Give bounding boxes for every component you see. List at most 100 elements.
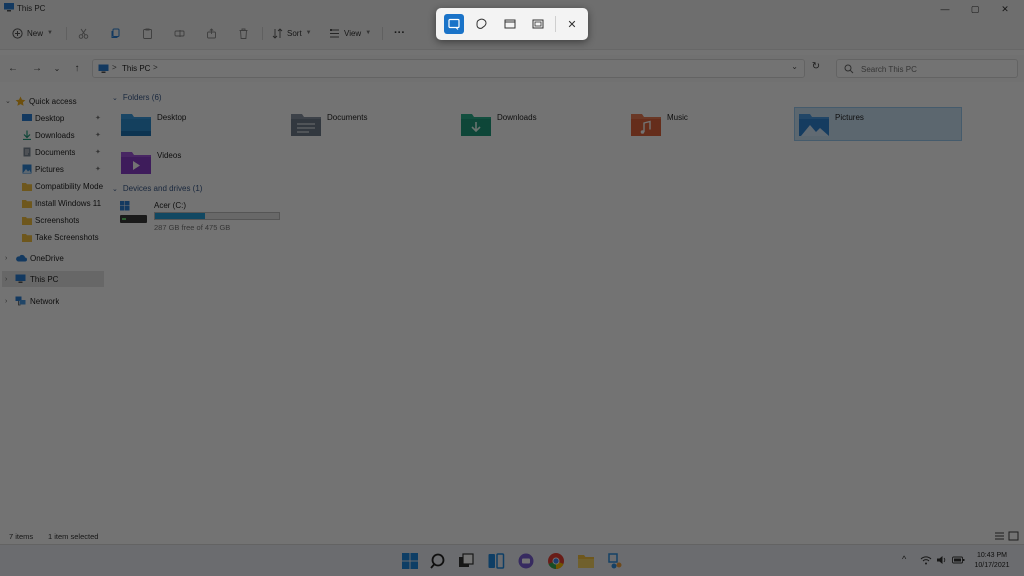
folder-tile-music[interactable]: Music: [626, 107, 794, 141]
battery-icon[interactable]: [952, 555, 965, 565]
sidebar-item-compatibility-mode[interactable]: Compatibility Mode: [0, 178, 106, 194]
window-snip-button[interactable]: [500, 14, 520, 34]
windows-start-icon[interactable]: [401, 552, 419, 570]
maximize-button[interactable]: ▢: [966, 2, 984, 16]
rename-button[interactable]: [174, 25, 185, 41]
share-icon: [207, 27, 216, 38]
forward-button[interactable]: →: [30, 61, 44, 75]
copy-button[interactable]: [110, 25, 121, 41]
folder-tile-desktop[interactable]: Desktop: [116, 107, 284, 141]
window-title: This PC: [17, 4, 46, 13]
folder-label: Downloads: [497, 113, 537, 122]
sidebar-item-documents[interactable]: Documents ✦: [0, 144, 106, 160]
view-icon: [330, 28, 339, 37]
navigation-pane: ⌄ Quick access Desktop ✦ Downloads ✦ Doc…: [0, 88, 106, 528]
sidebar-item-downloads[interactable]: Downloads ✦: [0, 127, 106, 143]
more-options-button[interactable]: ···: [394, 25, 405, 41]
freeform-snip-button[interactable]: [472, 14, 492, 34]
devices-heading: Devices and drives (1): [122, 184, 203, 193]
music-folder-icon: [631, 114, 661, 136]
folder-tile-documents[interactable]: Documents: [286, 107, 454, 141]
snipping-tool-icon[interactable]: [607, 552, 625, 570]
search-icon[interactable]: [429, 552, 447, 570]
system-clock[interactable]: 10:43 PM 10/17/2021: [970, 551, 1014, 571]
volume-icon[interactable]: [936, 555, 948, 565]
chevron-down-icon: ▼: [47, 30, 53, 36]
sidebar-item-pictures[interactable]: Pictures ✦: [0, 161, 106, 177]
chevron-down-icon: ▼: [365, 30, 372, 36]
sort-icon: [272, 27, 283, 39]
address-bar[interactable]: > This PC > ⌄: [92, 59, 805, 78]
sort-button[interactable]: Sort ▼: [272, 25, 312, 41]
rename-icon: [174, 29, 185, 37]
share-button[interactable]: [206, 25, 217, 41]
widgets-icon[interactable]: [487, 552, 505, 570]
breadcrumb-separator: >: [112, 63, 117, 72]
sidebar-item-install-windows-11[interactable]: Install Windows 11: [0, 195, 106, 211]
folder-label: Pictures: [835, 113, 864, 122]
tiles-view-icon[interactable]: [1008, 531, 1019, 541]
address-dropdown-button[interactable]: ⌄: [791, 62, 798, 71]
network-icon: [15, 296, 26, 306]
documents-folder-icon: [291, 114, 321, 136]
folder-tile-pictures[interactable]: Pictures: [794, 107, 962, 141]
up-button[interactable]: ↑: [70, 61, 84, 75]
pin-icon: ✦: [95, 132, 101, 139]
divider: [262, 27, 263, 40]
this-pc-icon: [98, 64, 109, 73]
folder-tile-videos[interactable]: Videos: [116, 145, 284, 179]
wifi-icon[interactable]: [920, 555, 932, 565]
pictures-icon: [22, 164, 32, 174]
refresh-button[interactable]: ↻: [809, 61, 823, 75]
sidebar-item-network[interactable]: › Network: [0, 293, 106, 309]
documents-icon: [23, 147, 31, 157]
search-input[interactable]: [861, 63, 1011, 75]
pictures-folder-icon: [799, 114, 829, 136]
teams-chat-icon[interactable]: [517, 552, 535, 570]
sidebar-item-quick-access[interactable]: ⌄ Quick access: [0, 93, 106, 109]
tray-overflow-button[interactable]: ^: [902, 554, 906, 564]
file-explorer-icon[interactable]: [577, 552, 595, 570]
fullscreen-snip-button[interactable]: [528, 14, 548, 34]
desktop-icon: [22, 113, 32, 121]
divider: [382, 27, 383, 40]
copy-icon: [111, 28, 120, 38]
recent-locations-button[interactable]: ⌄: [50, 61, 64, 75]
sidebar-item-desktop[interactable]: Desktop ✦: [0, 110, 106, 126]
folder-label: Music: [667, 113, 688, 122]
drive-usage-bar: [154, 212, 280, 220]
sidebar-item-label: Quick access: [29, 96, 77, 106]
task-view-icon[interactable]: [457, 552, 475, 570]
sidebar-item-screenshots[interactable]: Screenshots: [0, 212, 106, 228]
folder-icon: [22, 199, 32, 208]
address-row: ← → ⌄ ↑ > This PC > ⌄ ↻: [0, 55, 1024, 82]
delete-button[interactable]: [238, 25, 249, 41]
chevron-right-icon: ›: [5, 297, 8, 305]
chevron-down-icon: ▼: [305, 30, 312, 36]
chevron-down-icon: ⌄: [5, 98, 11, 105]
sidebar-item-this-pc[interactable]: › This PC: [2, 271, 104, 287]
sidebar-item-take-screenshots[interactable]: Take Screenshots: [0, 229, 106, 245]
minimize-button[interactable]: —: [936, 2, 954, 16]
breadcrumb-this-pc[interactable]: This PC: [122, 64, 150, 73]
close-snip-button[interactable]: ✕: [562, 14, 582, 34]
rectangular-snip-button[interactable]: [444, 14, 464, 34]
sidebar-item-onedrive[interactable]: › OneDrive: [0, 250, 106, 266]
drive-tile-c[interactable]: Acer (C:) 287 GB free of 475 GB: [116, 198, 296, 236]
folder-tile-downloads[interactable]: Downloads: [456, 107, 624, 141]
desktop-folder-icon: [121, 114, 151, 136]
folders-section-header[interactable]: ⌄ Folders (6): [112, 93, 162, 102]
paste-button[interactable]: [142, 25, 153, 41]
chrome-icon[interactable]: [547, 552, 565, 570]
details-view-icon[interactable]: [994, 531, 1005, 541]
view-button[interactable]: View ▼: [329, 25, 371, 41]
search-box[interactable]: [836, 59, 1018, 78]
cut-button[interactable]: [78, 25, 89, 41]
computer-icon: [15, 274, 26, 283]
plus-circle-icon: [12, 27, 23, 39]
videos-folder-icon: [121, 152, 151, 174]
new-button[interactable]: New ▼: [12, 25, 53, 41]
back-button[interactable]: ←: [6, 61, 20, 75]
close-window-button[interactable]: ✕: [996, 2, 1014, 16]
devices-section-header[interactable]: ⌄ Devices and drives (1): [112, 184, 202, 193]
